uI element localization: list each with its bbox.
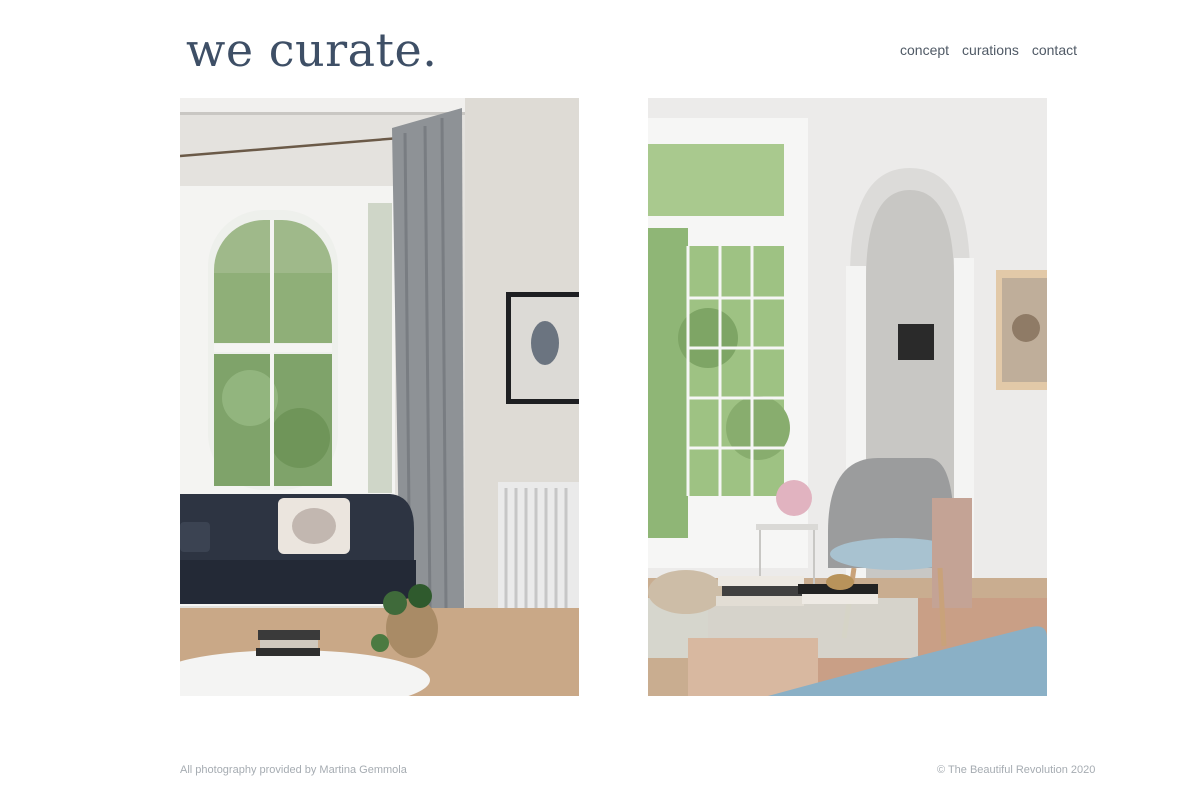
site-logo[interactable]: we curate. <box>186 20 437 80</box>
nav-link-curations[interactable]: curations <box>962 42 1019 58</box>
gallery-photo-bay-window[interactable] <box>180 98 579 696</box>
nav-link-contact[interactable]: contact <box>1032 42 1077 58</box>
nav-link-concept[interactable]: concept <box>900 42 949 58</box>
main-nav: concept curations contact <box>900 42 1077 58</box>
photo-credit: All photography provided by Martina Gemm… <box>180 764 407 776</box>
copyright: © The Beautiful Revolution 2020 <box>937 764 1096 776</box>
gallery-photo-arched-room[interactable] <box>648 98 1047 696</box>
